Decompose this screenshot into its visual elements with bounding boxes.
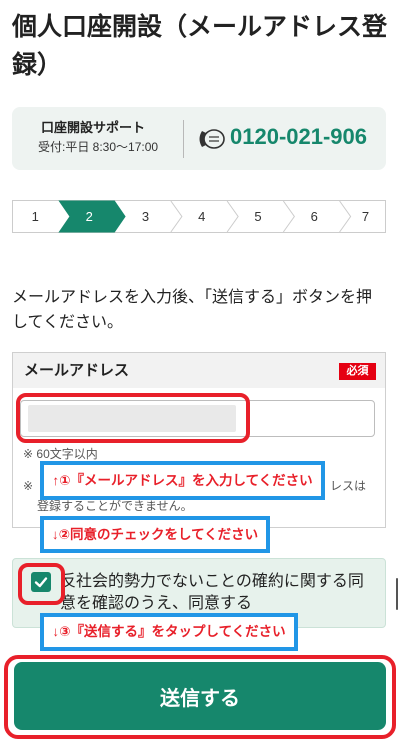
email-form-header: メールアドレス 必須	[13, 353, 385, 388]
free-dial-icon	[196, 127, 226, 151]
annotation-callout-1: ↑①『メールアドレス』を入力してください	[40, 461, 325, 500]
instruction-text: メールアドレスを入力後、「送信する」ボタンを押してください。	[12, 289, 373, 331]
step-3-label: 3	[142, 209, 149, 224]
email-input[interactable]	[20, 400, 375, 437]
email-field-label: メールアドレス	[24, 362, 130, 379]
consent-checkbox[interactable]	[31, 572, 51, 592]
support-phone-number[interactable]: 0120-021-906	[230, 123, 367, 151]
annotation-callout-3: ↓③『送信する』をタップしてください	[40, 613, 298, 651]
step-indicator: 1 2 3 4 5 6 7	[12, 200, 386, 233]
support-label: 口座開設サポート	[41, 120, 146, 135]
scrollbar-thumb[interactable]	[396, 578, 398, 610]
step-2-label: 2	[86, 209, 93, 224]
required-badge: 必須	[339, 363, 376, 380]
support-box: 口座開設サポート 受付:平日 8:30〜17:00 0120-021-906	[12, 107, 386, 170]
step-6-label: 6	[311, 209, 318, 224]
consent-text: 反社会的勢力でないことの確約に関する同意を確認のうえ、同意する	[60, 573, 364, 612]
note-restriction-fragment: レスは	[330, 479, 367, 493]
step-7-label: 7	[362, 209, 369, 224]
note-restriction-mark: ※	[23, 479, 34, 493]
email-form-card: メールアドレス 必須 ※ 60文字以内 ※ レスは 登録することができません。	[12, 352, 386, 528]
step-1-label: 1	[32, 209, 39, 224]
step-5-label: 5	[254, 209, 261, 224]
page-title: 個人口座開設（メールアドレス登録）	[12, 13, 388, 79]
support-divider	[183, 120, 184, 158]
submit-button[interactable]: 送信する	[14, 662, 386, 730]
support-hours: 受付:平日 8:30〜17:00	[38, 140, 159, 154]
annotation-callout-2: ↓②同意のチェックをしてください	[40, 516, 270, 553]
step-4-label: 4	[198, 209, 205, 224]
check-icon	[34, 577, 48, 588]
